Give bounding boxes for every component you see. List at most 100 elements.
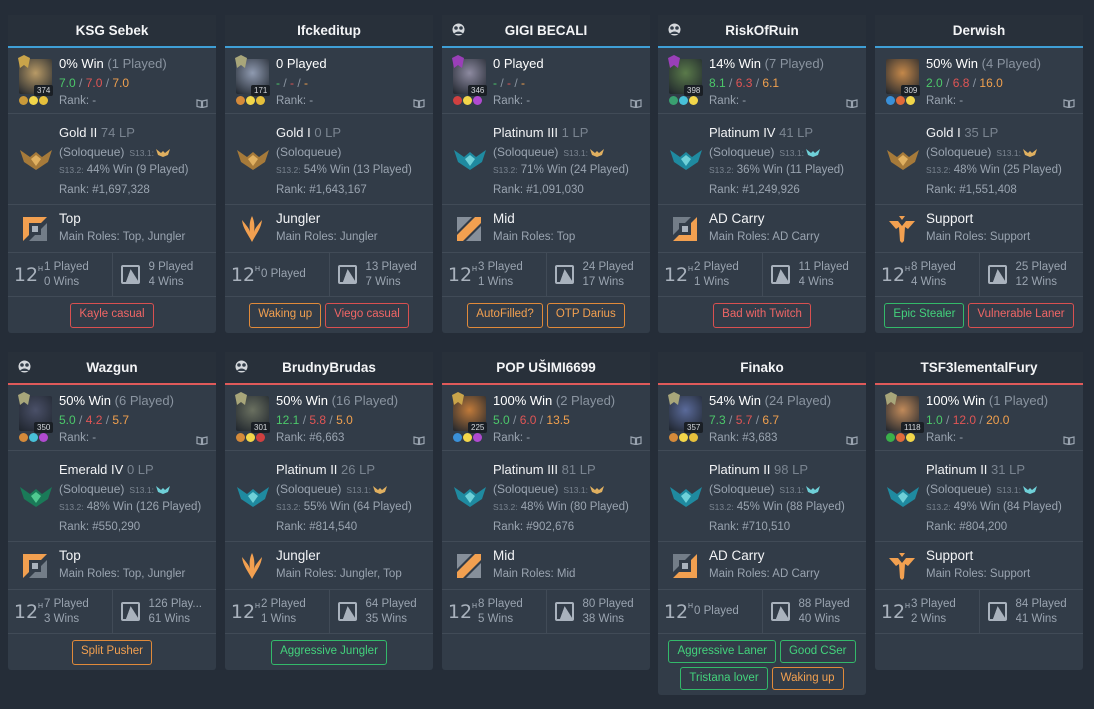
rank-emblem-icon [887,150,919,170]
summoner-name[interactable]: KSG Sebek [76,23,149,38]
player-card-red[interactable]: POP UŠIMI6699 225 100% Win (2 Played) 5.… [442,352,650,670]
recent-games[interactable]: 12 H 8 Played 4 Wins [875,253,979,296]
player-tag[interactable]: Bad with Twitch [713,303,811,328]
build-book-icon[interactable] [196,99,208,108]
champion-games[interactable]: 9 Played 4 Wins [111,253,217,296]
champion-wins: 7 Wins [365,275,401,288]
player-tag[interactable]: Split Pusher [71,640,152,665]
player-card-red[interactable]: Finako 357 54% Win (24 Played) 7.3 / 5.7… [658,352,866,695]
player-tag[interactable]: AutoFilled? [467,303,543,328]
player-tag[interactable]: Vulnerable Laner [968,303,1074,328]
champion-games[interactable]: 24 Played 17 Wins [545,253,651,296]
player-card-red[interactable]: BrudnyBrudas 301 50% Win (16 Played) 12.… [225,352,433,670]
summoner-name[interactable]: Finako [740,360,784,375]
summoner-name[interactable]: TSF3lementalFury [920,360,1037,375]
player-card-blue[interactable]: Ifckeditup 171 0 Played - / - / - Rank: … [225,15,433,333]
queue-name: (Soloqueue) [59,482,125,496]
build-book-icon[interactable] [846,436,858,445]
recent-games[interactable]: 12 H 3 Played 1 Wins [442,253,546,296]
main-roles: Main Roles: Mid [493,568,576,580]
player-tag[interactable]: Waking up [249,303,322,328]
build-book-icon[interactable] [413,99,425,108]
player-card-red[interactable]: TSF3lementalFury 1118 100% Win (1 Played… [875,352,1083,670]
kills: 5.0 [493,413,510,427]
player-card-blue[interactable]: Derwish 309 50% Win (4 Played) 2.0 / 6.8… [875,15,1083,333]
recent-games[interactable]: 12 H 2 Played 1 Wins [658,253,762,296]
player-tag[interactable]: Aggressive Laner [668,640,776,663]
summoner-name[interactable]: BrudnyBrudas [282,360,376,375]
winrate-text: 100% Win [493,393,553,408]
champion-rank: Rank: #3,683 [709,432,778,444]
player-tag[interactable]: Kayle casual [70,303,154,328]
recent-games[interactable]: 12 H 7 Played 3 Wins [8,590,112,633]
ladder-rank: Rank: #804,200 [926,521,1008,533]
player-tags: Waking up Viego casual [225,297,433,333]
champion-games[interactable]: 25 Played 12 Wins [978,253,1084,296]
player-card-header: TSF3lementalFury [875,352,1083,385]
season-stats: S13.2: 48% Win (126 Played) [59,501,201,513]
season-stats: S13.2: 48% Win (25 Played) [926,164,1062,176]
build-book-icon[interactable] [1063,436,1075,445]
keystone-rune-icon [886,96,895,105]
player-tag[interactable]: Aggressive Jungler [271,640,387,665]
assists: - [521,76,526,90]
role-info: Support Main Roles: Support [875,205,1083,253]
summoner-name[interactable]: Ifckeditup [297,23,361,38]
summoner-name[interactable]: Derwish [953,23,1006,38]
champion-rank: Rank: - [493,432,531,444]
player-tag[interactable]: Tristana lover [680,667,768,690]
build-book-icon[interactable] [630,436,642,445]
player-card-blue[interactable]: GIGI BECALI 346 0 Played - / - / - Rank:… [442,15,650,333]
summoner-name[interactable]: RiskOfRuin [725,23,799,38]
player-tag[interactable]: OTP Darius [546,303,625,328]
champion-games[interactable]: 11 Played 4 Wins [761,253,867,297]
recent-games[interactable]: 12 H 1 Played 0 Wins [8,253,112,296]
champion-games[interactable]: 13 Played 7 Wins [328,253,434,296]
champion-games[interactable]: 84 Played 41 Wins [978,590,1084,633]
build-book-icon[interactable] [413,436,425,445]
recent-games[interactable]: 12 H 8 Played 5 Wins [442,590,546,633]
build-book-icon[interactable] [196,436,208,445]
champion-games[interactable]: 126 Play... 61 Wins [111,590,217,633]
player-card-header: BrudnyBrudas [225,352,433,385]
recent-games[interactable]: 12 H 3 Played 2 Wins [875,590,979,633]
player-tags: Aggressive Jungler [225,634,433,670]
player-tag[interactable]: Good CSer [779,640,856,663]
build-book-icon[interactable] [1063,99,1075,108]
player-tag[interactable]: Viego casual [325,303,409,328]
main-roles: Main Roles: Support [926,568,1031,580]
summoner-name[interactable]: POP UŠIMI6699 [496,360,596,375]
champion-games[interactable]: 88 Played 40 Wins [761,590,867,633]
main-roles: Main Roles: AD Carry [709,568,820,580]
assigned-role: Top [59,211,81,226]
kills: 7.3 [709,413,726,427]
summoner-name[interactable]: Wazgun [86,360,137,375]
main-roles: Main Roles: Top, Jungler [59,568,186,580]
winrate-text: 50% Win [59,393,112,408]
recent-games[interactable]: 12 H 2 Played 1 Wins [225,590,329,633]
champion-games[interactable]: 64 Played 35 Wins [328,590,434,633]
ladder-rank: Rank: #814,540 [276,521,358,533]
build-book-icon[interactable] [846,99,858,108]
recent-games[interactable]: 12 H 0 Played [658,590,762,633]
player-card-blue[interactable]: RiskOfRuin 398 14% Win (7 Played) 8.1 / … [658,15,866,333]
champion-games[interactable]: 80 Played 38 Wins [545,590,651,633]
recent-games[interactable]: 12 H 0 Played [225,253,329,296]
kills: 12.1 [276,413,300,427]
rune-icons [236,433,265,442]
rune-icons [669,96,698,105]
summoner-name[interactable]: GIGI BECALI [505,23,588,38]
role-info: Mid Main Roles: Top [442,205,650,253]
champion-stats-icon [763,253,799,297]
champion-wins: 4 Wins [798,275,834,288]
winrate-text: 50% Win [276,393,329,408]
season-label: S13.2: [926,165,951,175]
player-card-blue[interactable]: KSG Sebek 374 0% Win (1 Played) 7.0 / 7.… [8,15,216,333]
player-card-red[interactable]: Wazgun 350 50% Win (6 Played) 5.0 / 4.2 … [8,352,216,670]
previous-season-emblem-icon [589,486,604,495]
champion-summary: 398 14% Win (7 Played) 8.1 / 6.3 / 6.1 R… [658,48,866,114]
player-tag[interactable]: Waking up [771,667,844,690]
champion-played: 11 Played [798,260,849,273]
build-book-icon[interactable] [630,99,642,108]
player-tag[interactable]: Epic Stealer [884,303,965,328]
